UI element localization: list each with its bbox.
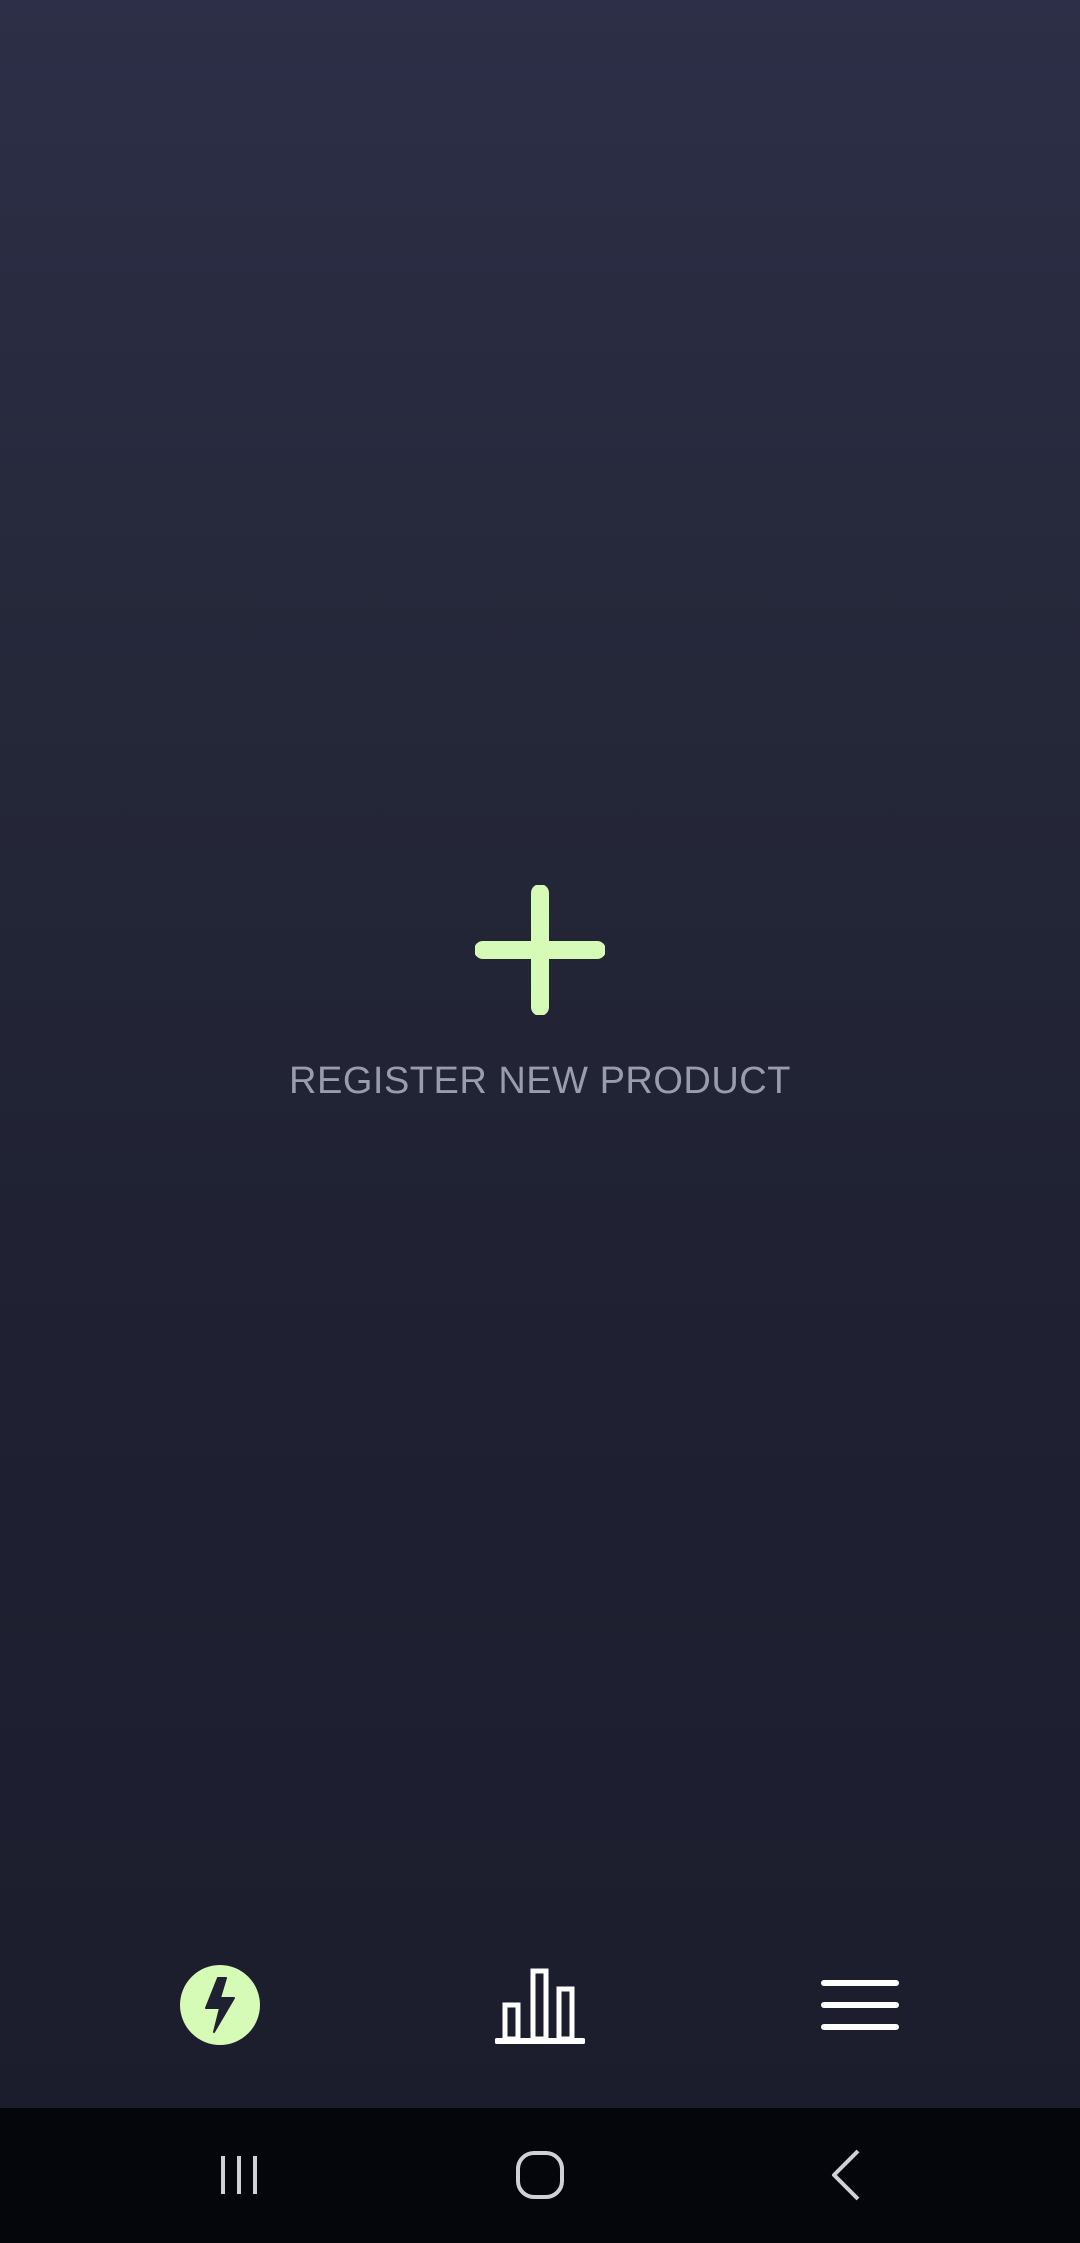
register-new-product-label: REGISTER NEW PRODUCT <box>289 1060 791 1102</box>
bolt-icon <box>180 1965 260 2045</box>
app-screen: REGISTER NEW PRODUCT <box>0 0 1080 2243</box>
register-new-product-button[interactable]: REGISTER NEW PRODUCT <box>240 870 840 1130</box>
nav-activity-tab[interactable] <box>155 1940 285 2070</box>
plus-icon <box>475 885 605 1015</box>
recents-icon <box>221 2156 257 2194</box>
recents-button[interactable] <box>190 2130 290 2220</box>
back-icon <box>832 2149 860 2201</box>
nav-statistics-tab[interactable] <box>475 1940 605 2070</box>
system-navigation-bar <box>0 2108 1080 2243</box>
home-icon <box>516 2151 564 2199</box>
home-button[interactable] <box>490 2130 590 2220</box>
nav-menu-tab[interactable] <box>795 1940 925 2070</box>
back-button[interactable] <box>795 2130 895 2220</box>
bar-chart-icon <box>495 1968 585 2044</box>
hamburger-menu-icon <box>821 1980 899 2030</box>
bottom-navigation <box>0 1940 1080 2070</box>
